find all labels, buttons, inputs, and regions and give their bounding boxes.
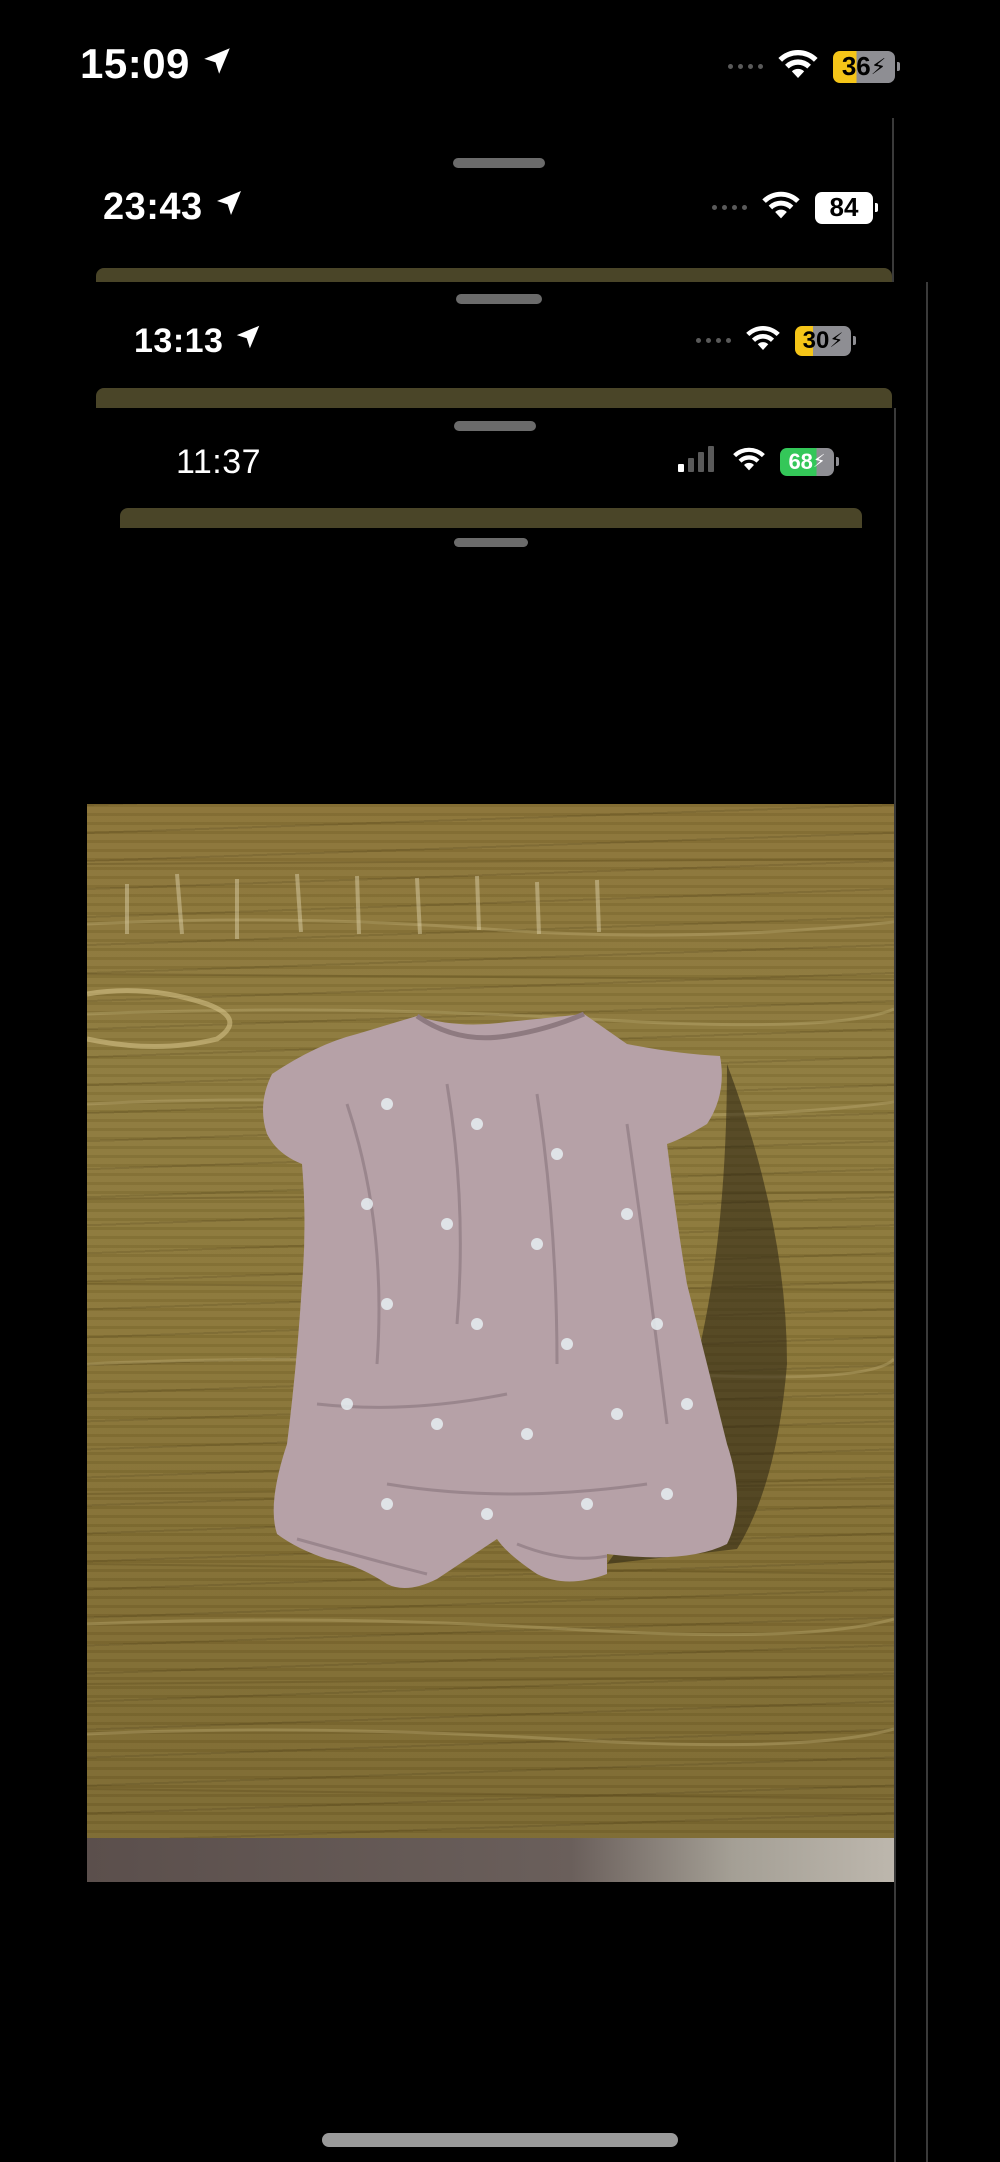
wifi-icon bbox=[761, 190, 801, 225]
wifi-icon bbox=[745, 324, 781, 357]
cellular-signal-icon bbox=[678, 446, 718, 477]
status-time-1: 15:09 bbox=[80, 40, 234, 88]
romper-photo[interactable] bbox=[87, 804, 894, 1882]
wifi-icon bbox=[732, 446, 766, 477]
sheet-edge-1 bbox=[96, 268, 892, 282]
location-arrow-icon bbox=[213, 186, 245, 229]
sheet-grabber-3[interactable] bbox=[454, 421, 536, 431]
battery-icon: 36 ⚡︎ bbox=[833, 50, 900, 83]
status-right-1: 36 ⚡︎ bbox=[728, 48, 900, 85]
battery-icon: 84 bbox=[815, 191, 878, 224]
status-time-4: 11:37 bbox=[176, 443, 261, 482]
wifi-icon bbox=[777, 48, 819, 85]
charging-bolt-icon: ⚡︎ bbox=[812, 451, 826, 471]
location-arrow-icon bbox=[200, 40, 234, 88]
sheet-border bbox=[894, 408, 896, 2162]
cellular-signal-icon bbox=[696, 338, 731, 343]
romper bbox=[263, 1011, 737, 1588]
time-label: 23:43 bbox=[103, 186, 203, 228]
sheet-edge-2 bbox=[96, 388, 892, 408]
sheet-grabber-4[interactable] bbox=[454, 538, 528, 547]
battery-icon: 30 ⚡︎ bbox=[795, 325, 856, 356]
time-label: 15:09 bbox=[80, 40, 190, 87]
cellular-signal-icon bbox=[712, 205, 747, 210]
location-arrow-icon bbox=[233, 322, 263, 361]
charging-bolt-icon: ⚡︎ bbox=[829, 330, 844, 352]
status-right-3: 30 ⚡︎ bbox=[696, 324, 856, 357]
floor-strip bbox=[87, 1838, 894, 1882]
time-label: 13:13 bbox=[134, 322, 224, 360]
sheet-border bbox=[892, 118, 894, 282]
home-indicator[interactable] bbox=[322, 2133, 678, 2147]
status-time-3: 13:13 bbox=[134, 322, 263, 361]
sheet-grabber-1[interactable] bbox=[453, 158, 545, 168]
sheet-edge-3 bbox=[120, 508, 862, 528]
status-right-2: 84 bbox=[712, 190, 878, 225]
status-right-4: 68 ⚡︎ bbox=[678, 446, 839, 477]
sheet-grabber-2[interactable] bbox=[456, 294, 542, 304]
status-time-2: 23:43 bbox=[103, 186, 245, 229]
wood-grain bbox=[87, 858, 894, 1800]
time-label: 11:37 bbox=[176, 443, 262, 481]
charging-bolt-icon: ⚡︎ bbox=[870, 53, 887, 79]
cellular-signal-icon bbox=[728, 64, 763, 69]
sheet-border bbox=[926, 282, 928, 2162]
battery-icon: 68 ⚡︎ bbox=[780, 447, 839, 476]
